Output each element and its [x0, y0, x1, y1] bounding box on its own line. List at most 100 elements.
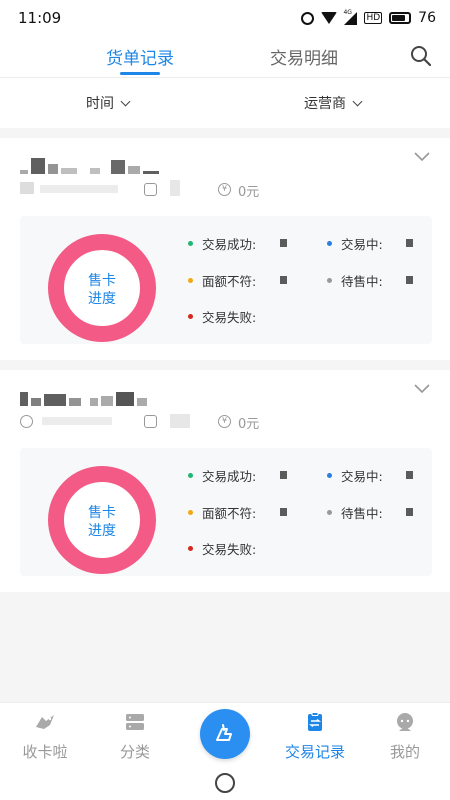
yuan-icon: ¥: [218, 183, 231, 196]
system-gesture-bar: [0, 768, 450, 800]
redacted-value: [406, 471, 413, 479]
nav-item-category[interactable]: 分类: [90, 703, 180, 769]
stat-failed-label: 交易失败:: [202, 542, 257, 557]
card-meta-row: ¥ 0元: [20, 412, 420, 432]
active-tab-indicator: [120, 72, 160, 75]
redacted-date: [42, 417, 112, 425]
status-dot: [188, 314, 193, 319]
ring-label-line1: 售卡: [88, 273, 116, 289]
order-card[interactable]: ¥ 0元 售卡 进度 交易成功: 交易中: 面额不符: 待售中: 交易失败:: [0, 370, 450, 592]
stat-pending: 待售中:: [327, 503, 383, 522]
redacted-value: [406, 276, 413, 284]
redacted-card-title: [20, 392, 147, 406]
nav-item-home[interactable]: 收卡啦: [0, 703, 90, 769]
filter-bar: 时间 运营商: [0, 78, 450, 128]
cell-signal-icon: 4G: [343, 8, 358, 25]
tab-transaction-details[interactable]: 交易明细: [270, 44, 338, 69]
card-amount: 0元: [238, 417, 260, 432]
redacted-date: [40, 185, 118, 193]
battery-icon: [389, 12, 412, 24]
top-tab-bar: 货单记录 交易明细: [0, 36, 450, 78]
stat-in-progress: 交易中:: [327, 234, 383, 253]
status-time: 11:09: [18, 9, 62, 27]
redacted-date: [20, 182, 34, 194]
chevron-down-icon: [120, 96, 131, 106]
ring-label-line2: 进度: [88, 523, 116, 539]
redacted-count: [170, 180, 180, 196]
stat-mismatch: 面额不符:: [188, 503, 256, 522]
category-icon: [126, 714, 144, 730]
card-meta-row: ¥ 0元: [20, 180, 420, 200]
stat-in-progress: 交易中:: [327, 466, 383, 485]
battery-level: 76: [418, 10, 436, 26]
status-dot: [327, 278, 332, 283]
nav-item-profile[interactable]: 我的: [360, 703, 450, 769]
wifi-icon: [321, 12, 338, 24]
status-dot: [188, 546, 193, 551]
nav-label: 收卡啦: [22, 743, 68, 761]
chevron-down-icon: [352, 96, 363, 106]
stat-success: 交易成功:: [188, 234, 256, 253]
status-bar: 11:09 4G HD 76: [0, 0, 450, 36]
card-amount: 0元: [238, 185, 260, 200]
time-filter-dropdown[interactable]: 时间: [86, 93, 131, 113]
alarm-icon: [301, 11, 315, 25]
stat-success: 交易成功:: [188, 466, 256, 485]
center-action-button[interactable]: [200, 709, 250, 759]
card-hand-icon: [216, 724, 232, 741]
redacted-value: [280, 508, 287, 516]
nav-item-transactions[interactable]: 交易记录: [270, 703, 360, 769]
stat-failed: 交易失败:: [188, 307, 256, 326]
chevron-down-icon[interactable]: [414, 384, 430, 394]
nav-label: 分类: [119, 743, 150, 761]
redacted-card-title: [20, 158, 159, 174]
stat-mismatch: 面额不符:: [188, 271, 256, 290]
stat-in-progress-label: 交易中:: [341, 469, 383, 484]
profile-icon: [397, 713, 413, 731]
redacted-value: [280, 276, 287, 284]
status-dot: [327, 473, 332, 478]
hd-icon: HD: [364, 12, 383, 24]
redacted-value: [406, 508, 413, 516]
stat-pending-label: 待售中:: [341, 506, 383, 521]
bird-logo-icon: [36, 715, 54, 729]
operator-filter-dropdown[interactable]: 运营商: [304, 93, 363, 113]
tab-order-records[interactable]: 货单记录: [106, 44, 174, 69]
redacted-value: [280, 239, 287, 247]
status-icons: 4G HD 76: [301, 8, 436, 26]
document-icon: [144, 415, 157, 428]
status-dot: [327, 510, 332, 515]
clock-icon: [20, 415, 33, 428]
nav-label: 我的: [389, 743, 420, 761]
stat-success-label: 交易成功:: [202, 237, 257, 252]
order-card[interactable]: ¥ 0元 售卡 进度 交易成功: 交易中: 面额不符: 待售中: 交易失败:: [0, 138, 450, 360]
sales-stats-box: 售卡 进度 交易成功: 交易中: 面额不符: 待售中: 交易失败:: [20, 216, 432, 344]
redacted-value: [280, 471, 287, 479]
sales-progress-label: 售卡 进度: [64, 504, 140, 540]
ring-label-line2: 进度: [88, 291, 116, 307]
network-type: 4G: [343, 8, 352, 16]
status-dot: [327, 241, 332, 246]
ring-label-line1: 售卡: [88, 505, 116, 521]
status-dot: [188, 510, 193, 515]
status-dot: [188, 278, 193, 283]
stat-mismatch-label: 面额不符:: [202, 506, 257, 521]
document-icon: [144, 183, 157, 196]
sales-stats-box: 售卡 进度 交易成功: 交易中: 面额不符: 待售中: 交易失败:: [20, 448, 432, 576]
redacted-value: [406, 239, 413, 247]
search-icon[interactable]: [410, 45, 432, 67]
sales-progress-ring: 售卡 进度: [48, 234, 156, 342]
stat-in-progress-label: 交易中:: [341, 237, 383, 252]
chevron-down-icon[interactable]: [414, 152, 430, 162]
sales-progress-label: 售卡 进度: [64, 272, 140, 308]
stat-pending-label: 待售中:: [341, 274, 383, 289]
stat-mismatch-label: 面额不符:: [202, 274, 257, 289]
home-button-icon[interactable]: [215, 773, 235, 793]
stat-pending: 待售中:: [327, 271, 383, 290]
time-filter-label: 时间: [86, 96, 114, 112]
stat-failed: 交易失败:: [188, 539, 256, 558]
operator-filter-label: 运营商: [304, 96, 346, 112]
yuan-icon: ¥: [218, 415, 231, 428]
redacted-count: [170, 414, 190, 428]
clipboard-exchange-icon: [308, 712, 322, 731]
